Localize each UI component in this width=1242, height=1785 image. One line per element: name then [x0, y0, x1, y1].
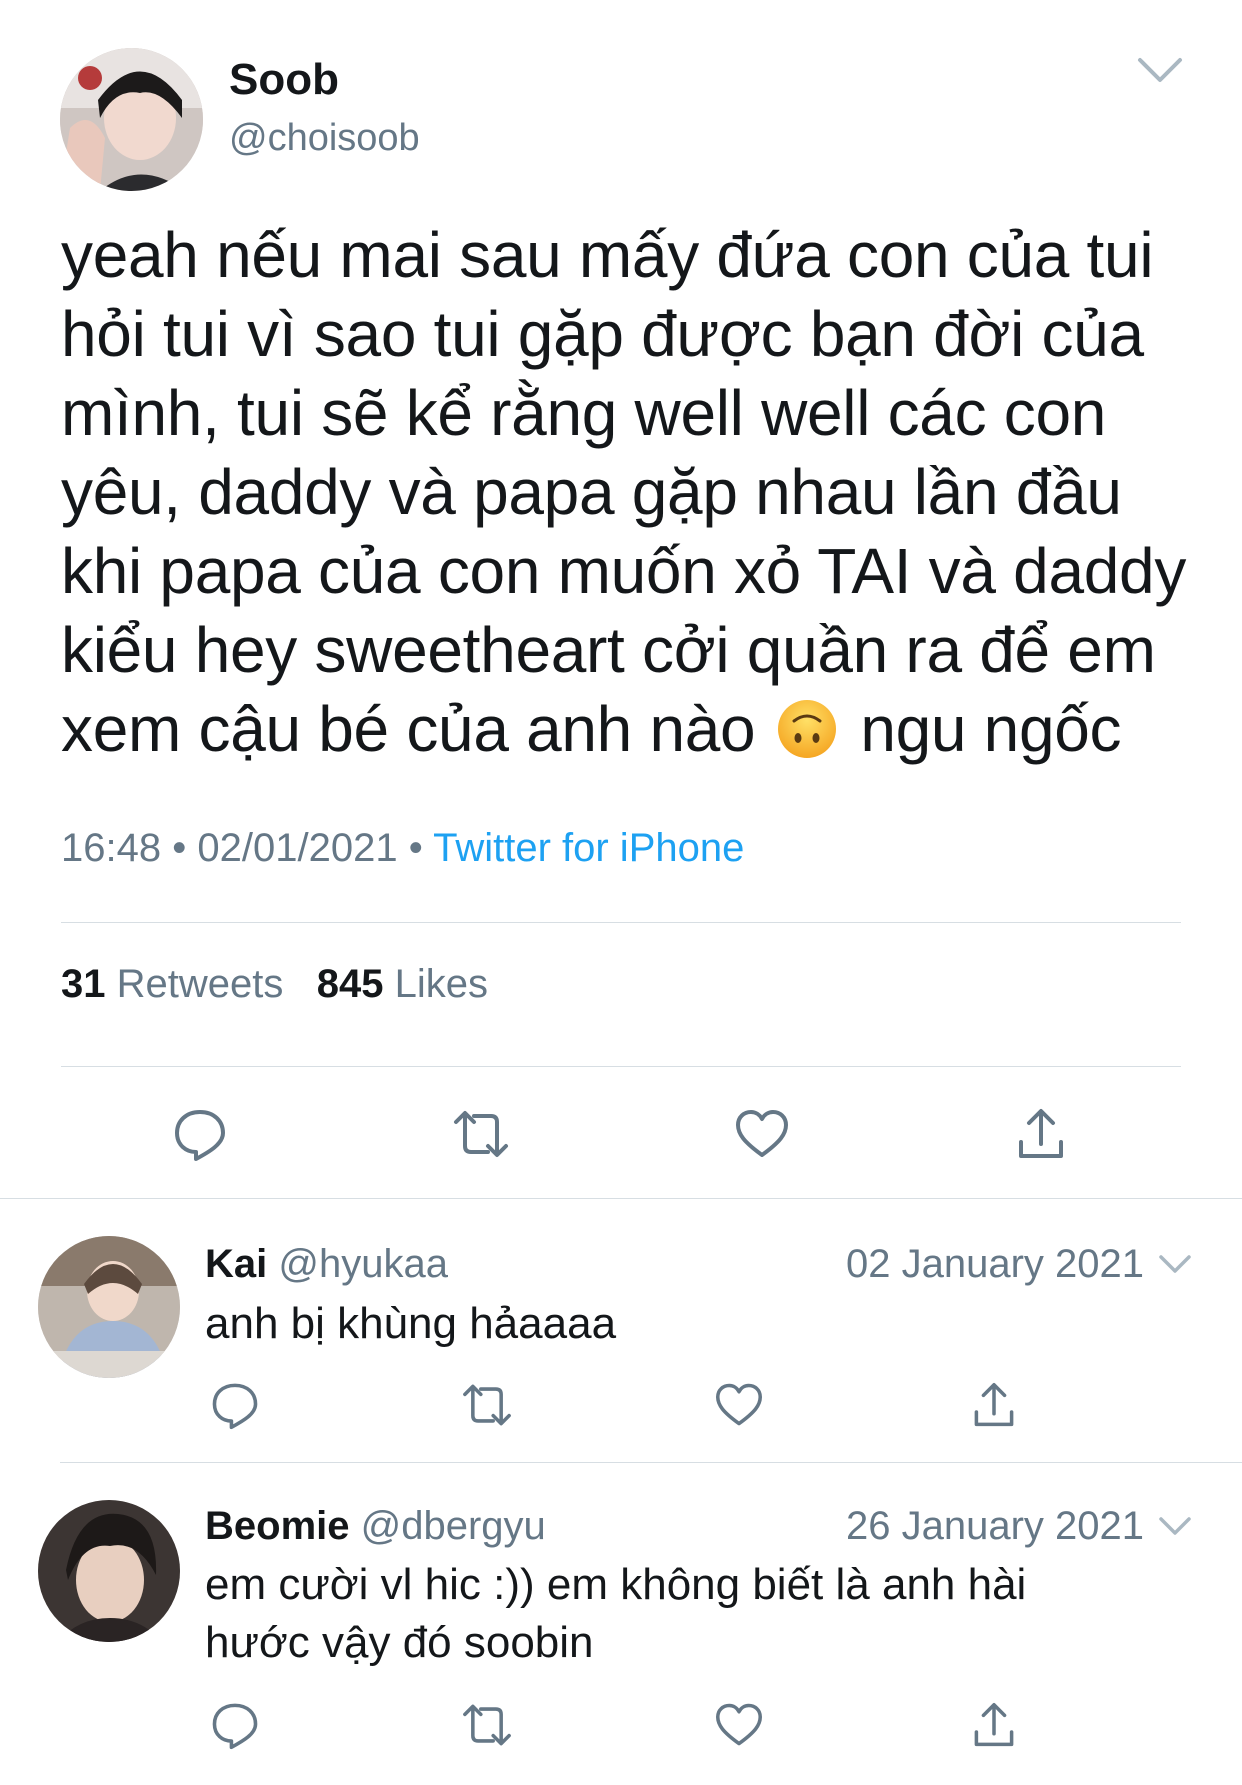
like-icon	[716, 1383, 762, 1426]
likes-count: 845	[316, 962, 384, 1006]
reply-options-chevron-icon[interactable]	[1158, 1514, 1192, 1538]
share-button[interactable]	[972, 1700, 1016, 1750]
tweet-time: 16:48	[61, 826, 162, 870]
author-avatar[interactable]	[60, 48, 203, 191]
tweet-source-link[interactable]: Twitter for iPhone	[433, 826, 744, 870]
reply-icon	[212, 1703, 258, 1750]
reply-text: anh bị khùng hảaaaa	[205, 1295, 616, 1353]
retweet-button[interactable]	[452, 1108, 510, 1160]
reply-line: anh bị khùng hảaaaa	[205, 1299, 617, 1348]
retweets-count: 31	[61, 962, 106, 1006]
divider	[61, 1066, 1181, 1067]
tweet-line: mình, tui sẽ kể rằng well well các con	[61, 377, 1107, 449]
reply-icon	[212, 1383, 258, 1430]
reply-icon	[175, 1110, 225, 1161]
share-icon	[974, 1383, 1014, 1427]
meta-separator: •	[408, 826, 423, 870]
retweet-icon	[454, 1111, 508, 1157]
like-button[interactable]	[734, 1108, 790, 1160]
tweet-line: xem cậu bé của anh nào	[61, 693, 756, 765]
reply-text: em cười vl hic :)) em không biết là anh …	[205, 1556, 1026, 1672]
retweet-button[interactable]	[461, 1702, 513, 1748]
tweet-line: khi papa của con muốn xỏ TAI và daddy	[61, 535, 1187, 607]
reply-button[interactable]	[210, 1700, 260, 1750]
divider	[60, 1462, 1242, 1463]
retweet-icon	[463, 1384, 511, 1426]
share-button[interactable]	[1016, 1106, 1066, 1162]
tweet-options-chevron-icon[interactable]	[1136, 54, 1184, 86]
reply-button[interactable]	[210, 1380, 260, 1430]
tweet-line: yêu, daddy và papa gặp nhau lần đầu	[61, 456, 1122, 528]
reply-options-chevron-icon[interactable]	[1158, 1252, 1192, 1276]
retweets-label: Retweets	[116, 962, 284, 1006]
meta-separator: •	[172, 826, 187, 870]
upside-down-face-emoji-icon	[777, 698, 837, 758]
divider	[0, 1198, 1242, 1199]
like-button[interactable]	[714, 1382, 764, 1428]
tweet-stats: 31 Retweets 845 Likes	[61, 958, 488, 1010]
tweet-line: ngu ngốc	[860, 693, 1122, 765]
reply-line: em cười vl hic :)) em không biết là anh …	[205, 1560, 1027, 1609]
tweet-line: kiểu hey sweetheart cởi quần ra để em	[61, 614, 1156, 686]
reply-author[interactable]: Kai @hyukaa	[205, 1238, 448, 1290]
author-handle[interactable]: @choisoob	[229, 114, 420, 162]
tweet-date: 02/01/2021	[197, 826, 398, 870]
reply-avatar[interactable]	[38, 1236, 180, 1378]
reply-author[interactable]: Beomie @dbergyu	[205, 1500, 546, 1552]
likes-label: Likes	[394, 962, 488, 1006]
reply-date: 26 January 2021	[845, 1504, 1144, 1548]
like-icon	[716, 1703, 762, 1746]
reply-author-name: Kai	[205, 1242, 268, 1286]
reply-button[interactable]	[172, 1106, 228, 1162]
retweet-icon	[463, 1704, 511, 1746]
reply-author-handle: @dbergyu	[360, 1504, 546, 1548]
reply-date: 02 January 2021	[845, 1242, 1144, 1286]
like-icon	[736, 1110, 788, 1157]
divider	[61, 922, 1181, 923]
share-icon	[1019, 1109, 1063, 1158]
reply-author-handle: @hyukaa	[278, 1242, 448, 1286]
reply-avatar[interactable]	[38, 1500, 180, 1642]
share-icon	[974, 1703, 1014, 1747]
tweet-text: yeah nếu mai sau mấy đứa con của tui hỏi…	[61, 216, 1201, 769]
like-button[interactable]	[714, 1702, 764, 1748]
tweet-meta: 16:48 • 02/01/2021 • Twitter for iPhone	[61, 822, 744, 874]
tweet-line: yeah nếu mai sau mấy đứa con của tui	[61, 219, 1154, 291]
share-button[interactable]	[972, 1380, 1016, 1430]
likes-stat[interactable]: 845 Likes	[317, 962, 488, 1006]
reply-author-name: Beomie	[205, 1504, 350, 1548]
author-name[interactable]: Soob	[229, 52, 339, 108]
reply-line: hước vậy đó soobin	[205, 1618, 594, 1667]
tweet-line-last: xem cậu bé của anh nào ngu ngốc	[61, 690, 1201, 769]
tweet-line: hỏi tui vì sao tui gặp được bạn đời của	[61, 298, 1144, 370]
retweets-stat[interactable]: 31 Retweets	[61, 962, 295, 1006]
retweet-button[interactable]	[461, 1382, 513, 1428]
